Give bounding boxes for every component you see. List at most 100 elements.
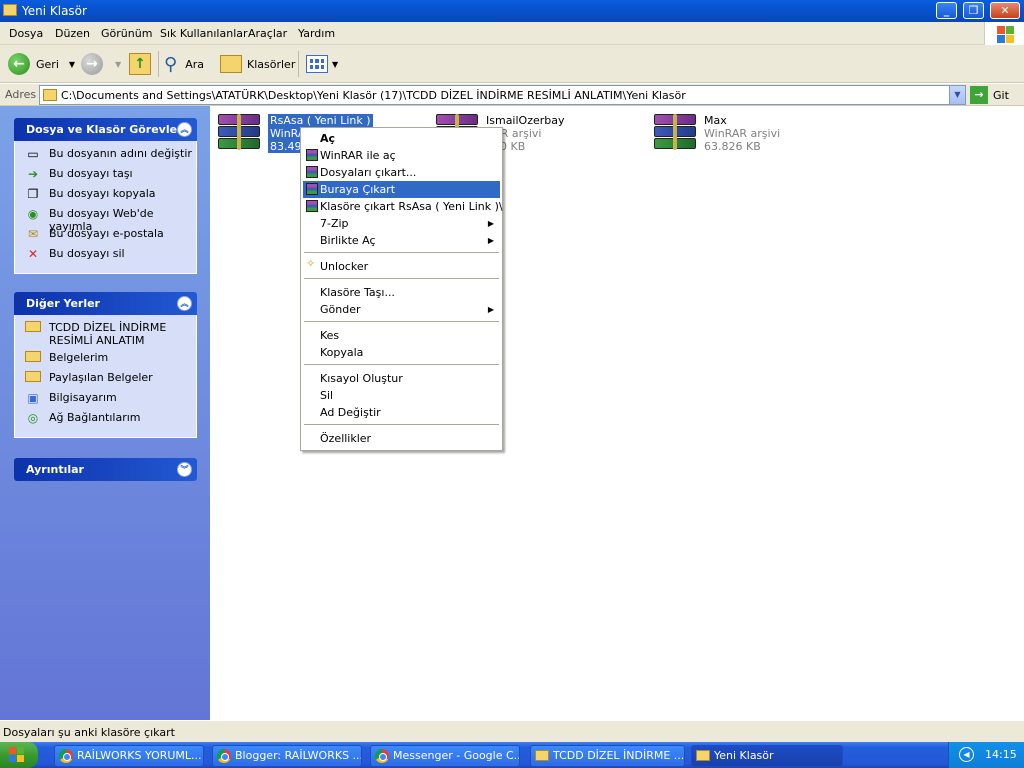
menu-item-label: WinRAR ile aç (320, 149, 396, 162)
folder-icon (25, 371, 41, 382)
place-shared-documents[interactable]: Paylaşılan Belgeler (25, 371, 196, 391)
menu-item-extract-to-folder[interactable]: Klasöre çıkart RsAsa ( Yeni Link )\ (303, 198, 503, 215)
place-label: TCDD DİZEL İNDİRME RESİMLİ ANLATIM (49, 321, 167, 347)
menu-item-create-shortcut[interactable]: Kısayol Oluştur (303, 370, 500, 387)
menu-separator (304, 252, 499, 253)
menu-gorunum[interactable]: Görünüm (101, 27, 152, 40)
task-copy[interactable]: ❐ Bu dosyayı kopyala (25, 187, 196, 207)
windows-logo-icon (984, 22, 1024, 45)
submenu-arrow-icon: ▶ (487, 305, 494, 314)
menu-item-winrar-open[interactable]: WinRAR ile aç (303, 147, 500, 164)
menu-item-move-to-folder[interactable]: Klasöre Taşı... (303, 284, 500, 301)
winrar-archive-icon (218, 114, 260, 150)
file-name: IsmailOzerbay (486, 114, 565, 127)
chevron-down-icon[interactable]: ▼ (949, 86, 965, 104)
menu-item-unlocker[interactable]: ✧ Unlocker (303, 258, 500, 275)
taskbar-item-label: TCDD DİZEL İNDİRME ... (553, 749, 685, 762)
context-menu: Aç WinRAR ile aç Dosyaları çıkart... Bur… (300, 127, 503, 451)
move-icon: ➔ (27, 167, 39, 181)
menu-sik-kullanilanlar[interactable]: Sık Kullanılanlar (160, 27, 248, 40)
menu-item-label: Unlocker (320, 260, 369, 273)
show-hidden-icons-icon[interactable]: ◀ (959, 747, 974, 762)
taskbar-item[interactable]: RAİLWORKS YORUML... (54, 745, 204, 767)
task-label: Bu dosyayı e-postala (49, 227, 164, 240)
menu-item-properties[interactable]: Özellikler (303, 430, 500, 447)
copy-icon: ❐ (27, 187, 39, 201)
menu-duzen[interactable]: Düzen (55, 27, 90, 40)
place-my-computer[interactable]: ▣ Bilgisayarım (25, 391, 196, 411)
globe-icon: ◉ (27, 207, 39, 221)
chevron-down-icon[interactable]: ▼ (69, 60, 75, 69)
windows-flag-icon (9, 747, 25, 763)
task-delete[interactable]: ✕ Bu dosyayı sil (25, 247, 196, 267)
menu-araclar[interactable]: Araçlar (248, 27, 287, 40)
delete-icon: ✕ (27, 247, 39, 261)
tasks-panel-header[interactable]: Dosya ve Klasör Görevleri ︽ (14, 118, 197, 141)
place-network[interactable]: ◎ Ağ Bağlantılarım (25, 411, 196, 431)
taskbar-item-label: RAİLWORKS YORUML... (77, 749, 202, 762)
tasks-panel: Dosya ve Klasör Görevleri ︽ ▭ Bu dosyanın… (14, 118, 197, 274)
up-folder-button[interactable]: ↑ (129, 50, 151, 78)
task-label: Bu dosyayı kopyala (49, 187, 156, 200)
collapse-icon[interactable]: ︽ (177, 296, 192, 311)
back-button[interactable]: ← Geri ▼ (8, 50, 75, 78)
system-tray: ◀ 14:15 (948, 742, 1024, 768)
menu-item-label: Klasöre çıkart RsAsa ( Yeni Link )\ (320, 200, 503, 213)
folders-label: Klasörler (247, 57, 296, 71)
chrome-icon (217, 749, 231, 763)
search-icon: ⚲ (164, 53, 178, 75)
close-button[interactable]: ✕ (990, 2, 1020, 19)
go-button[interactable]: → Git (970, 85, 1009, 105)
title-bar: Yeni Klasör _ ❐ ✕ (0, 0, 1024, 22)
menu-item-label: Gönder (320, 303, 361, 316)
up-folder-icon: ↑ (129, 53, 151, 75)
menu-item-extract-files[interactable]: Dosyaları çıkart... (303, 164, 500, 181)
menu-item-7zip[interactable]: 7-Zip ▶ (303, 215, 500, 232)
expand-icon[interactable]: ︾ (177, 462, 192, 477)
task-rename[interactable]: ▭ Bu dosyanın adını değiştir (25, 147, 196, 167)
maximize-button[interactable]: ❐ (963, 2, 984, 19)
menu-item-send-to[interactable]: Gönder ▶ (303, 301, 500, 318)
menu-yardim[interactable]: Yardım (298, 27, 335, 40)
file-name: Max (704, 114, 727, 127)
folder-icon (696, 750, 710, 761)
menu-separator (304, 321, 499, 322)
place-label: Paylaşılan Belgeler (49, 371, 153, 384)
search-button[interactable]: ⚲ Ara (164, 50, 204, 78)
taskbar-item[interactable]: TCDD DİZEL İNDİRME ... (530, 745, 685, 767)
menu-item-open[interactable]: Aç (303, 130, 500, 147)
taskbar-item[interactable]: Messenger - Google C... (370, 745, 520, 767)
menu-item-extract-here[interactable]: Buraya Çıkart (303, 181, 500, 198)
place-belgelerim[interactable]: Belgelerim (25, 351, 196, 371)
menu-item-open-with[interactable]: Birlikte Aç ▶ (303, 232, 500, 249)
menu-dosya[interactable]: Dosya (9, 27, 43, 40)
menu-item-label: 7-Zip (320, 217, 349, 230)
toolbar-separator (298, 51, 299, 77)
menu-item-cut[interactable]: Kes (303, 327, 500, 344)
collapse-icon[interactable]: ︽ (177, 122, 192, 137)
winrar-icon (306, 183, 318, 195)
task-publish-web[interactable]: ◉ Bu dosyayı Web'de yayımla (25, 207, 196, 233)
place-label: Bilgisayarım (49, 391, 117, 404)
folders-button[interactable]: Klasörler (220, 50, 295, 78)
views-button[interactable]: ▼ (306, 50, 338, 78)
toolbar-separator (158, 51, 159, 77)
start-button[interactable] (0, 742, 38, 768)
minimize-button[interactable]: _ (936, 2, 957, 19)
place-tcdd-folder[interactable]: TCDD DİZEL İNDİRME RESİMLİ ANLATIM (25, 321, 196, 351)
menu-item-rename[interactable]: Ad Değiştir (303, 404, 500, 421)
back-arrow-icon: ← (8, 53, 30, 75)
place-label: Belgelerim (49, 351, 109, 364)
taskbar-item-active[interactable]: Yeni Klasör (691, 745, 843, 767)
taskbar-item[interactable]: Blogger: RAİLWORKS ... (212, 745, 362, 767)
forward-button[interactable]: → ▼ (81, 50, 121, 78)
menu-item-delete[interactable]: Sil (303, 387, 500, 404)
details-header[interactable]: Ayrıntılar ︾ (14, 458, 197, 481)
go-arrow-icon: → (970, 86, 988, 104)
menu-item-copy[interactable]: Kopyala (303, 344, 500, 361)
file-item[interactable]: Max WinRAR arşivi 63.826 KB (654, 114, 834, 162)
folder-icon (3, 4, 17, 16)
address-input[interactable]: C:\Documents and Settings\ATATÜRK\Deskto… (39, 85, 966, 105)
other-places-header[interactable]: Diğer Yerler ︽ (14, 292, 197, 315)
task-move[interactable]: ➔ Bu dosyayı taşı (25, 167, 196, 187)
